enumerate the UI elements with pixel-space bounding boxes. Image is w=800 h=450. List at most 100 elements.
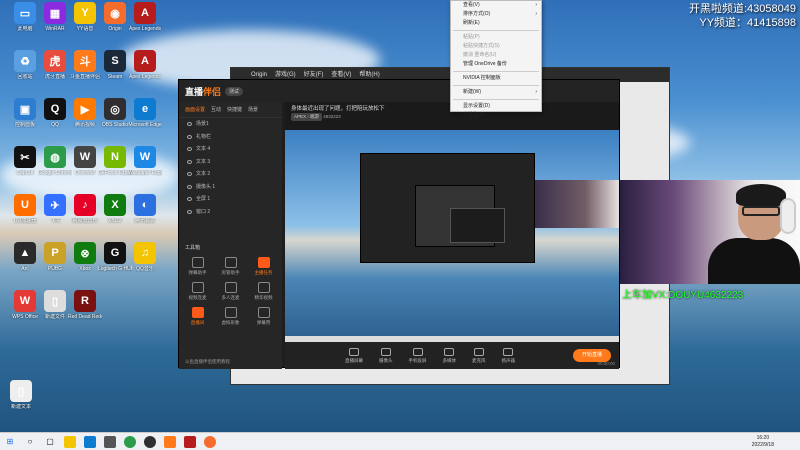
desktop-icon[interactable]: Q QQ (38, 98, 72, 128)
eye-icon[interactable] (187, 134, 192, 139)
edge-icon[interactable] (84, 435, 96, 448)
desktop-icon[interactable]: P PUBG (38, 242, 72, 272)
desktop-icon[interactable]: ▦ WinRAR (38, 2, 72, 32)
desktop-icon[interactable]: 虎虎牙直播 (38, 50, 72, 80)
eye-icon[interactable] (187, 184, 192, 189)
control-button[interactable]: 麦克风 (472, 347, 486, 364)
desktop-icon-label: 新建文本 (10, 404, 31, 410)
context-menu-item[interactable]: 个性化(R) (451, 111, 541, 120)
tool-button[interactable]: 虚拟形象 (214, 307, 247, 326)
desktop-icon[interactable]: ▣ 控制面板 (8, 98, 42, 128)
desktop-icon[interactable]: ▭ 此电脑 (8, 2, 42, 32)
desktop-icon[interactable]: ▯ 新建文本 (4, 380, 38, 410)
desktop-icon[interactable]: R Red Dead Redemption (68, 290, 102, 320)
source-item[interactable]: 文本 4 (179, 143, 282, 156)
control-button[interactable]: 摄像头 (379, 347, 393, 364)
context-menu-item[interactable]: 显示设置(D) (451, 102, 541, 111)
douyu-companion-window[interactable]: 直播伴侣 测试 画面设置 互动 快捷键 场景 场景1 礼物栏 文本 4 文本 3 文本 2 摄像… (178, 79, 620, 369)
source-item[interactable]: 文本 2 (179, 168, 282, 181)
eye-icon[interactable] (187, 197, 192, 202)
desktop-icon[interactable]: N GeForce Experience (98, 146, 132, 176)
context-menu-item[interactable]: 管理 OneDrive 备份 (451, 60, 541, 69)
eye-icon[interactable] (187, 159, 192, 164)
apex-icon[interactable] (184, 435, 196, 448)
source-item[interactable]: 场景1 (179, 118, 282, 131)
desktop-icon-image: 斗 (74, 50, 96, 72)
desktop-icon[interactable]: ▲ Arc (8, 242, 42, 272)
desktop-icon-label: 虎牙直播 (44, 74, 65, 80)
tool-button[interactable]: 主播任务 (247, 257, 280, 276)
tab-2[interactable]: 快捷键 (227, 106, 242, 113)
context-menu-item[interactable]: 查看(V) › (451, 1, 541, 10)
desktop-icon[interactable]: ⊗ Xbox (68, 242, 102, 272)
desktop-icon[interactable]: ◍ Google Chrome (38, 146, 72, 176)
control-button[interactable]: 直播屏幕 (345, 347, 363, 364)
eye-icon[interactable] (187, 147, 192, 152)
source-item[interactable]: 全屏 1 (179, 193, 282, 206)
desktop-icon[interactable]: e Microsoft Edge (128, 98, 162, 128)
tab-3[interactable]: 场景 (248, 106, 258, 113)
desktop-icon[interactable]: ▯ 新建文件 (38, 290, 72, 320)
context-menu-item[interactable]: 刷新(E) (451, 19, 541, 28)
tool-button[interactable]: 房管助手 (214, 257, 247, 276)
desktop-icon[interactable]: ◉ Origin (98, 2, 132, 32)
desktop-icon-image: ♪ (74, 194, 96, 216)
desktop-icon[interactable]: A Apex Legends (128, 50, 162, 80)
context-menu-item[interactable]: 排序方式(O) › (451, 10, 541, 19)
file-explorer-icon[interactable] (64, 435, 76, 448)
source-item[interactable]: 窗口 2 (179, 206, 282, 219)
tab-0[interactable]: 画面设置 (185, 106, 205, 113)
tool-button[interactable]: 直播间 (181, 307, 214, 326)
obs-icon[interactable] (144, 435, 156, 448)
desktop-icon[interactable]: Y YY语音 (68, 2, 102, 32)
desktop-icon[interactable]: A Apex Legends (128, 2, 162, 32)
desktop-icon[interactable]: U UU加速器 (8, 194, 42, 224)
control-icon (444, 347, 455, 356)
douyu-icon[interactable] (164, 435, 176, 448)
tutorial-link[interactable]: 斗鱼直播伴侣使用教程 (185, 359, 230, 365)
desktop-icon[interactable]: ✂ CapCut (8, 146, 42, 176)
desktop-icon[interactable]: ▶ 腾讯视频 (68, 98, 102, 128)
menu-item-label: 新建(W) (463, 89, 482, 95)
desktop-icon[interactable]: G Logitech G HUB (98, 242, 132, 272)
desktop-icon[interactable]: ◎ OBS Studio (98, 98, 132, 128)
control-button[interactable]: 多媒体 (443, 347, 456, 364)
control-button[interactable]: 扬声器 (502, 347, 515, 364)
desktop-icon-label: WPS Office (12, 314, 38, 320)
eye-icon[interactable] (187, 172, 192, 177)
context-menu-item[interactable]: 新建(W) › (451, 88, 541, 97)
desktop-icon[interactable]: ◐ 腾讯会议 (128, 194, 162, 224)
source-item[interactable]: 摄像头 1 (179, 181, 282, 194)
source-item[interactable]: 礼物栏 (179, 131, 282, 144)
desktop-icon[interactable]: ♫ QQ音乐 (128, 242, 162, 272)
desktop-icon[interactable]: ✈ 飞书 (38, 194, 72, 224)
desktop-icon[interactable]: W Overwolf (68, 146, 102, 176)
start-icon[interactable]: ⊞ (4, 436, 16, 448)
desktop-icon[interactable]: ♪ 网易云音乐 (68, 194, 102, 224)
eye-icon[interactable] (187, 122, 192, 127)
control-button[interactable]: 手机投屏 (409, 347, 427, 364)
tool-button[interactable]: 弹幕用 (247, 307, 280, 326)
version-badge[interactable]: 测试 (225, 86, 244, 96)
tool-button[interactable]: 视频连麦 (181, 282, 214, 301)
desktop-icon[interactable]: ♻ 回收站 (8, 50, 42, 80)
tab-1[interactable]: 互动 (211, 106, 221, 113)
tool-button[interactable]: 多人连麦 (214, 282, 247, 301)
system-clock[interactable]: 16:20 2022/9/18 (752, 435, 774, 449)
context-menu-item[interactable]: NVIDIA 控制面板 (451, 74, 541, 83)
source-item[interactable]: 文本 3 (179, 156, 282, 169)
desktop-icon[interactable]: S Steam (98, 50, 132, 80)
desktop-icon[interactable]: X XBOX (98, 194, 132, 224)
store-icon[interactable] (104, 435, 116, 448)
task-view-icon[interactable]: ▢ (44, 436, 56, 448)
desktop-icon[interactable]: W Wallpaper Engine (128, 146, 162, 176)
category-tag[interactable]: APEX - 端游 (291, 113, 323, 121)
desktop-icon[interactable]: 斗斗鱼直播伴侣 (68, 50, 102, 80)
search-icon[interactable]: ○ (24, 436, 36, 448)
chrome-icon[interactable] (124, 435, 136, 448)
desktop-icon[interactable]: W WPS Office (8, 290, 42, 320)
tool-button[interactable]: 弹幕助手 (181, 257, 214, 276)
origin-icon[interactable] (204, 435, 216, 448)
eye-icon[interactable] (187, 209, 192, 214)
tool-button[interactable]: 精华视频 (247, 282, 280, 301)
